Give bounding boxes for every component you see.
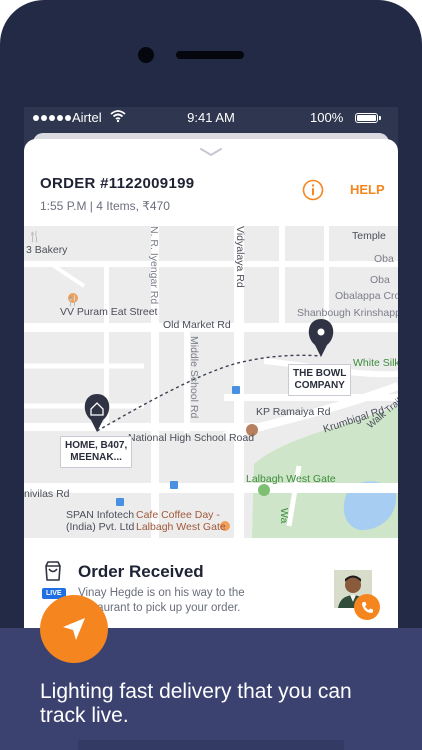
map-label-oba-2: Oba — [370, 274, 390, 286]
map-label-middle-school: Middle School Rd — [188, 336, 200, 419]
status-bar: Airtel 9:41 AM 100% — [24, 107, 398, 129]
earpiece-speaker — [176, 51, 244, 59]
navigation-button[interactable] — [40, 595, 108, 663]
order-number: ORDER #1122009199 — [40, 175, 195, 192]
map-label-national-high: National High School Road — [128, 432, 255, 444]
help-link[interactable]: HELP — [350, 182, 385, 197]
map-label-cafe-coffee-day: Cafe Coffee Day - Lalbagh West Gate — [136, 509, 226, 533]
map-label-obalappa: Obalappa Cross — [335, 290, 398, 302]
map-label-wa: Wa — [278, 508, 290, 524]
battery-percentage: 100% — [310, 110, 344, 125]
map-label-bakery: 3 Bakery — [26, 244, 68, 256]
phone-bottom-edge — [78, 740, 344, 750]
front-camera — [138, 47, 154, 63]
restaurant-pin-label[interactable]: THE BOWL COMPANY — [288, 364, 352, 396]
navigation-arrow-icon — [63, 618, 85, 640]
battery-icon — [355, 113, 378, 123]
map-label-white-silk: White Silk — [353, 357, 398, 369]
map-label-lalbagh: Lalbagh West Gate — [246, 473, 336, 485]
order-status-description: Vinay Hegde is on his way to the restaur… — [78, 587, 245, 614]
call-button[interactable] — [354, 594, 380, 620]
promo-tagline: Lighting fast delivery that you can trac… — [40, 680, 352, 727]
map-label-oba: Oba — [374, 253, 394, 265]
info-circle-icon[interactable] — [302, 179, 324, 201]
battery-nub — [379, 116, 381, 120]
map-label-span-infotech: SPAN Infotech (India) Pvt. Ltd — [66, 509, 135, 533]
home-pin-label[interactable]: HOME, B407, MEENAK... — [60, 436, 133, 468]
map-label-vv-puram: VV Puram Eat Street — [60, 306, 158, 318]
map-label-shivilas: nivilas Rd — [24, 488, 70, 500]
order-meta: 1:55 P.M | 4 Items, ₹470 — [40, 199, 170, 213]
shopping-bag-icon — [45, 561, 61, 581]
map-label-shanbough: Shanbough Krinshappa — [297, 307, 398, 319]
chevron-down-icon[interactable] — [199, 147, 223, 157]
map-label-temple: Temple — [352, 230, 386, 242]
map-label-kp-ramaiya: KP Ramaiya Rd — [256, 406, 331, 418]
map-label-vidyalaya: Vidyalaya Rd — [234, 226, 246, 288]
delivery-map[interactable]: 🍴 3 Bakery 🍴 VV Puram Eat Street N. R. I… — [24, 226, 398, 538]
phone-icon — [361, 601, 373, 613]
order-status-title: Order Received — [78, 562, 204, 581]
map-label-old-market: Old Market Rd — [163, 319, 231, 331]
map-label-iyengar: N. R. Iyengar Rd — [148, 226, 160, 305]
